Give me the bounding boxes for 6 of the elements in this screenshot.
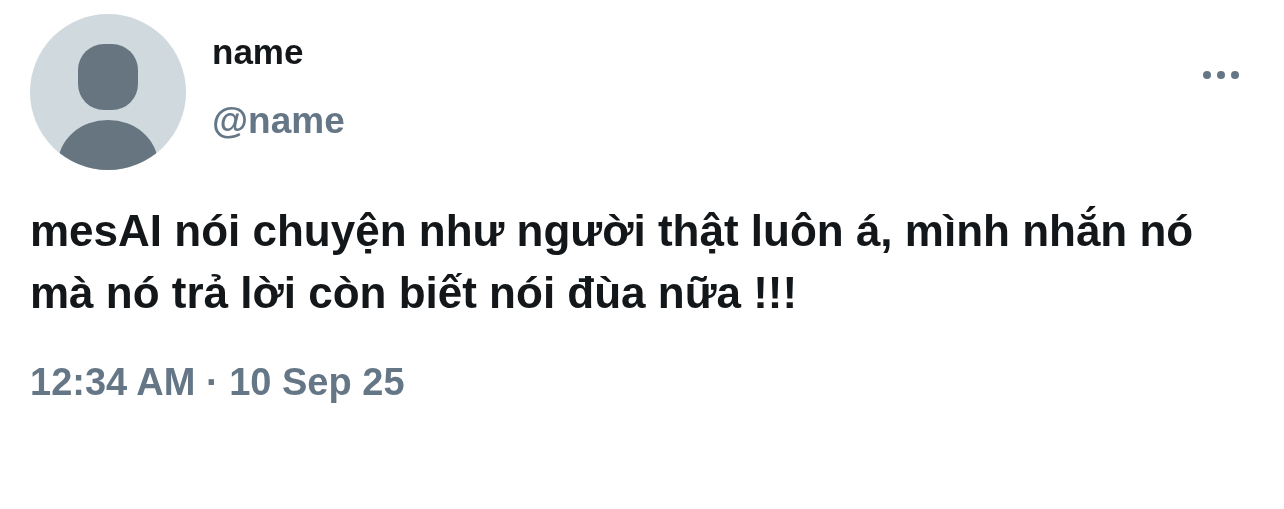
display-name: name <box>212 32 304 72</box>
post-text: mesAI nói chuyện như người thật luôn á, mình nhắn nó mà nó trả lời còn biết nói đùa nữa !!! <box>30 205 1195 319</box>
username: @name <box>212 100 345 142</box>
avatar-icon <box>30 14 186 170</box>
more-icon[interactable] <box>1202 70 1240 80</box>
post-timestamp: 12:34 AM · 10 Sep 25 <box>30 360 405 404</box>
